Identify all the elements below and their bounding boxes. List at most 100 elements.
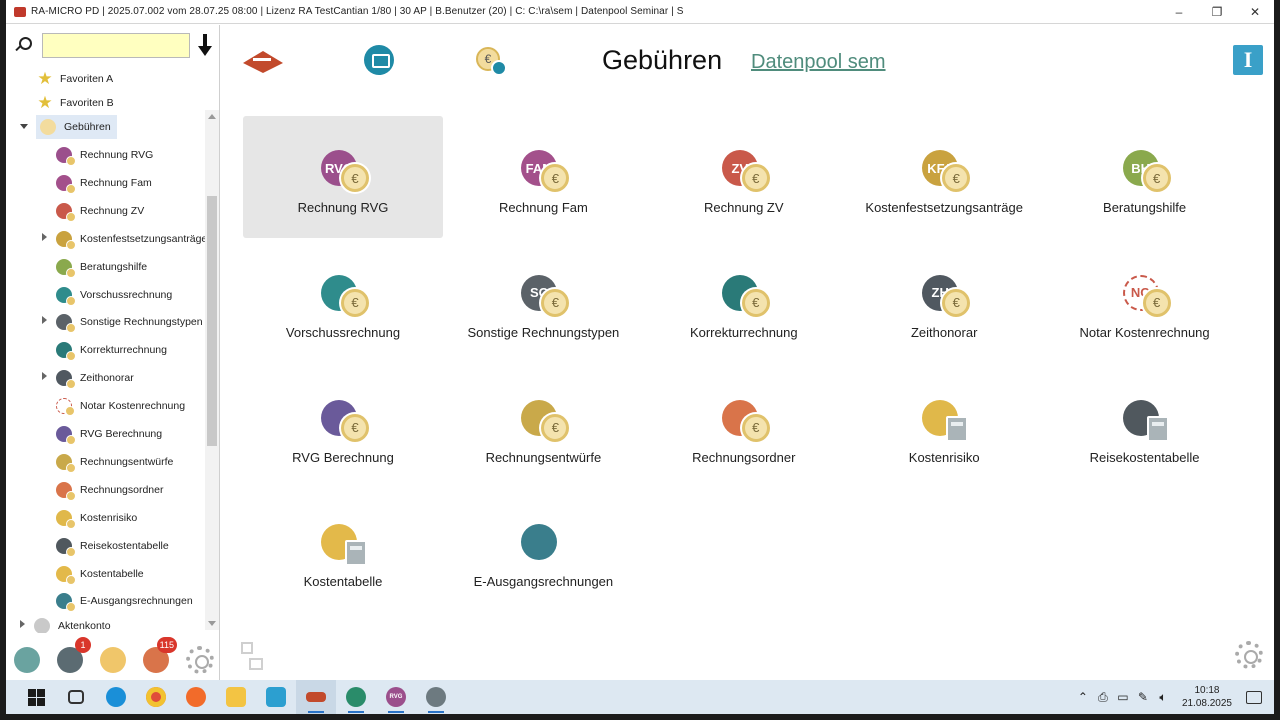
tree-item-label: Rechnungsordner: [80, 483, 164, 496]
taskbar-firefox[interactable]: [176, 680, 216, 714]
kostenfestsetzungsantraege-icon: [56, 230, 76, 250]
tile-reisekostentabelle[interactable]: Reisekostentabelle: [1045, 366, 1245, 488]
navigation-sidebar: ★ Favoriten A ★ Favoriten B Gebühren Rec…: [6, 25, 220, 680]
tree-item-label: Rechnung Fam: [80, 176, 152, 189]
tile-kostenrisiko[interactable]: Kostenrisiko: [844, 366, 1044, 488]
tile-icon: BH €: [1122, 150, 1171, 194]
taskbar-pen-app[interactable]: [336, 680, 376, 714]
tile-icon: RVG €: [321, 150, 369, 194]
tile-rvg-berechnung[interactable]: € RVG Berechnung: [243, 366, 443, 488]
taskbar-edge[interactable]: [96, 680, 136, 714]
rvg-berechnung-icon: [56, 426, 76, 445]
tile-kostentabelle[interactable]: Kostentabelle: [243, 490, 443, 612]
tile-notar-kostenrechnung[interactable]: NO € Notar Kostenrechnung: [1045, 241, 1245, 363]
tree-item-rechnungsentwuerfe[interactable]: Rechnungsentwürfe: [56, 450, 173, 474]
settings-gear-icon[interactable]: [1235, 641, 1263, 669]
expand-toggle-icon[interactable]: [20, 124, 28, 129]
rvg-app-icon: RVG: [386, 687, 406, 707]
graduation-hat-icon: [306, 692, 326, 702]
taskbar-rvg[interactable]: RVG: [376, 680, 416, 714]
tree-item-kostentabelle[interactable]: Kostentabelle: [56, 562, 144, 586]
fee-settings-icon[interactable]: €: [476, 45, 512, 79]
search-input[interactable]: [42, 32, 190, 58]
volume-icon[interactable]: 🔈︎: [1154, 690, 1172, 705]
tree-view-icon[interactable]: [239, 640, 263, 670]
tree-item-rvg-berechnung[interactable]: RVG Berechnung: [56, 422, 162, 446]
tile-rechnung-zv[interactable]: ZV € Rechnung ZV: [644, 116, 844, 238]
tree-item-gebuehren[interactable]: Gebühren: [20, 115, 117, 139]
tree-item-rechnung-rvg[interactable]: Rechnung RVG: [56, 143, 153, 167]
start-button[interactable]: [16, 680, 56, 714]
info-button[interactable]: I: [1233, 45, 1263, 75]
expand-toggle-icon[interactable]: [42, 316, 47, 325]
scroll-up-icon[interactable]: [208, 114, 216, 119]
tree-item-zeithonorar[interactable]: Zeithonorar: [42, 366, 134, 390]
tile-icon: [922, 399, 969, 444]
back-to-start-hat-icon[interactable]: [243, 45, 283, 79]
tree-item-reisekostentabelle[interactable]: Reisekostentabelle: [56, 534, 169, 558]
tree-item-rechnung-zv[interactable]: Rechnung ZV: [56, 199, 144, 223]
tree-item-label: E-Ausgangsrechnungen: [80, 595, 193, 608]
tree-item-sonstige-rechnungstypen[interactable]: Sonstige Rechnungstypen: [42, 310, 203, 334]
taskbar-chrome[interactable]: [136, 680, 176, 714]
settings-gear-icon[interactable]: [186, 646, 214, 674]
tree-item-kostenrisiko[interactable]: Kostenrisiko: [56, 506, 137, 530]
search-icon[interactable]: [12, 35, 32, 55]
minimize-button[interactable]: –: [1160, 0, 1198, 24]
tile-rechnungsentwürfe[interactable]: € Rechnungsentwürfe: [443, 366, 643, 488]
restore-button[interactable]: ❐: [1198, 0, 1236, 24]
tree-item-notar-kostenrechnung[interactable]: Notar Kostenrechnung: [56, 394, 185, 418]
tile-rechnung-rvg[interactable]: RVG € Rechnung RVG: [243, 116, 443, 238]
scrollbar-thumb[interactable]: [207, 196, 217, 446]
tree-item-label: Sonstige Rechnungstypen: [80, 316, 203, 329]
tile-zeithonorar[interactable]: ZH € Zeithonorar: [844, 241, 1044, 363]
datenpool-link[interactable]: Datenpool sem: [751, 51, 886, 74]
close-button[interactable]: ✕: [1236, 0, 1274, 24]
tree-item-rechnung-fam[interactable]: Rechnung Fam: [56, 171, 152, 195]
mail-icon[interactable]: 1: [57, 637, 91, 673]
scroll-down-icon[interactable]: [208, 621, 216, 626]
tree-item-rechnungsordner[interactable]: Rechnungsordner: [56, 478, 163, 502]
contacts-icon[interactable]: [14, 647, 40, 673]
tile-sonstige-rechnungstypen[interactable]: SO € Sonstige Rechnungstypen: [443, 241, 643, 363]
tree-item-aktenkonto[interactable]: Aktenkonto: [20, 614, 111, 633]
expand-toggle-icon[interactable]: [42, 232, 47, 241]
rechnung-rvg-icon: [56, 147, 76, 166]
pen-icon[interactable]: ✎: [1134, 690, 1152, 704]
tile-rechnungsordner[interactable]: € Rechnungsordner: [644, 366, 844, 488]
tree-item-korrekturrechnung[interactable]: Korrekturrechnung: [56, 338, 167, 362]
clock[interactable]: 10:18 21.08.2025: [1182, 684, 1232, 710]
tutorial-screen-icon[interactable]: [364, 45, 394, 75]
tree-item-favoriten-a[interactable]: ★ Favoriten A: [36, 67, 113, 91]
tree-item-e-ausgangsrechnungen[interactable]: E-Ausgangsrechnungen: [56, 589, 193, 613]
taskbar-remote[interactable]: [256, 680, 296, 714]
tile-korrekturrechnung[interactable]: € Korrekturrechnung: [644, 241, 844, 363]
tree-item-kostenfestsetzungsantraege[interactable]: Kostenfestsetzungsanträge: [42, 227, 206, 251]
tile-label: Rechnung Fam: [498, 200, 588, 215]
tile-e-ausgangsrechnungen[interactable]: E-Ausgangsrechnungen: [443, 490, 643, 612]
app-logo-icon: [14, 6, 26, 17]
tile-beratungshilfe[interactable]: BH € Beratungshilfe: [1045, 116, 1245, 238]
tree-item-favoriten-b[interactable]: ★ Favoriten B: [36, 91, 113, 115]
sidebar-scrollbar[interactable]: [205, 110, 219, 630]
network-icon[interactable]: ▭: [1114, 690, 1132, 704]
usb-icon[interactable]: ⎙: [1094, 690, 1112, 705]
tile-rechnung-fam[interactable]: FAM € Rechnung Fam: [443, 116, 643, 238]
download-arrow-icon[interactable]: [196, 32, 214, 58]
chevron-up-icon[interactable]: ⌃: [1074, 690, 1092, 704]
reisekostentabelle-icon: [56, 537, 76, 557]
taskbar-korrektur[interactable]: [416, 680, 456, 714]
notifications-icon[interactable]: [1246, 690, 1262, 704]
calendar-icon[interactable]: [100, 647, 126, 673]
tree-item-beratungshilfe[interactable]: Beratungshilfe: [56, 255, 147, 279]
expand-toggle-icon[interactable]: [20, 620, 25, 628]
mail-count-badge: 1: [75, 637, 91, 653]
tree-item-vorschussrechnung[interactable]: Vorschussrechnung: [56, 283, 172, 307]
tile-kostenfestsetzungsanträge[interactable]: KFA € Kostenfestsetzungsanträge: [844, 116, 1044, 238]
taskbar-ra-micro[interactable]: [296, 680, 336, 714]
tasks-icon[interactable]: 115: [143, 637, 177, 673]
tile-vorschussrechnung[interactable]: € Vorschussrechnung: [243, 241, 443, 363]
expand-toggle-icon[interactable]: [42, 372, 47, 381]
task-view-button[interactable]: [56, 680, 96, 714]
taskbar-explorer[interactable]: [216, 680, 256, 714]
